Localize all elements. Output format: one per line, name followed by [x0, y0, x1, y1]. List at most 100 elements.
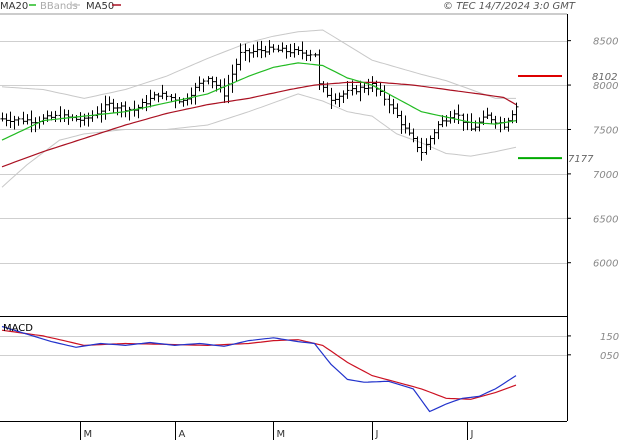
price-bar [452, 109, 457, 123]
price-bar [403, 115, 408, 134]
macd-lines [1, 325, 517, 413]
price-bar [226, 74, 231, 104]
price-bar [321, 81, 326, 93]
price-ytick-label: 6000 [593, 259, 618, 270]
support-level-label: 7177 [568, 154, 594, 165]
price-bar [95, 106, 100, 119]
price-bar [58, 106, 63, 123]
macd-line [1, 325, 517, 413]
legend-ma50-label: MA50 [86, 1, 114, 12]
price-bar [234, 58, 239, 82]
price-bar [25, 114, 30, 125]
price-grid [0, 41, 567, 264]
price-bar [419, 137, 424, 161]
price-bar [4, 113, 9, 127]
price-bar [152, 91, 157, 101]
price-bar [156, 92, 161, 103]
xtick-label: A [179, 429, 186, 440]
price-ytick-label: 8500 [593, 37, 618, 48]
chart-canvas: 81027177 MAMJJ 8500800075007000650060001… [0, 1, 619, 440]
legend-ma20-label: MA20 [0, 1, 28, 12]
price-bar [424, 138, 429, 155]
price-bar [251, 44, 256, 58]
price-bar [164, 91, 169, 101]
macd-label: MACD [3, 323, 33, 334]
macd-signal-line [1, 329, 517, 400]
price-bar [197, 76, 202, 92]
price-bar [284, 45, 289, 59]
copyright-text: © TEC 14/7/2024 3:0 GMT [443, 1, 576, 12]
price-bar [222, 78, 227, 104]
price-bar [493, 115, 498, 129]
price-ytick-label: 8000 [593, 81, 618, 92]
price-ytick-label: 7000 [593, 170, 618, 181]
bollinger-bands [1, 29, 517, 188]
price-bar [370, 76, 375, 92]
price-bar [436, 121, 441, 140]
price-bar [230, 64, 235, 93]
x-axis-ticks: MAMJJ [80, 421, 474, 440]
price-bar [78, 112, 83, 128]
price-bar [514, 102, 519, 123]
xtick-label: J [375, 429, 379, 440]
price-bar [304, 49, 309, 61]
price-bar [148, 89, 153, 108]
price-bar [136, 104, 141, 119]
price-bar [99, 103, 104, 123]
price-bar [259, 40, 264, 59]
price-ytick-label: 6500 [593, 214, 618, 225]
price-bar [317, 49, 322, 90]
price-bars [0, 40, 519, 161]
price-bar [132, 100, 137, 117]
price-bar [489, 112, 494, 125]
legend: MA20 BBands MA50 [0, 1, 121, 12]
price-bar [276, 44, 281, 53]
xtick-label: J [470, 429, 474, 440]
price-bar [354, 85, 359, 95]
y-axis-ticks: 8500 8000 7500 7000 6500 6000 150 050 [567, 37, 619, 362]
macd-ytick-label: 050 [600, 351, 619, 362]
price-bar [12, 115, 17, 130]
price-bar [362, 82, 367, 93]
price-bar [456, 104, 461, 125]
price-bar [300, 41, 305, 60]
price-bar [0, 112, 5, 122]
price-bar [193, 82, 198, 105]
price-bar [115, 102, 120, 116]
macd-ytick-label: 150 [600, 332, 619, 343]
price-bar [127, 106, 132, 121]
price-bar [382, 85, 387, 106]
price-bar [296, 46, 301, 55]
price-bar [271, 44, 276, 53]
price-bar [366, 78, 371, 96]
price-bar [238, 43, 243, 71]
price-bar [267, 40, 272, 55]
price-bar [103, 95, 108, 120]
price-bar [8, 111, 13, 128]
price-bar [243, 43, 248, 61]
price-bar [333, 93, 338, 105]
price-bar [263, 45, 268, 58]
price-bar [206, 76, 211, 85]
price-bar [313, 52, 318, 58]
price-bar [461, 113, 466, 131]
price-bar [428, 135, 433, 151]
price-bar [502, 118, 507, 130]
price-bar [62, 109, 67, 123]
price-bar [415, 136, 420, 153]
price-bar [16, 116, 21, 126]
price-bar [288, 43, 293, 57]
price-bar [485, 107, 490, 119]
price-bar [341, 90, 346, 104]
price-bar [119, 102, 124, 118]
price-bar [395, 103, 400, 119]
price-bar [21, 111, 26, 125]
price-bar [53, 110, 58, 122]
price-bar [308, 49, 313, 62]
price-bar [292, 43, 297, 58]
price-bar [247, 48, 252, 63]
price-bar [144, 95, 149, 112]
price-bar [387, 94, 392, 114]
price-bar [358, 80, 363, 102]
price-ytick-label: 7500 [593, 125, 618, 136]
